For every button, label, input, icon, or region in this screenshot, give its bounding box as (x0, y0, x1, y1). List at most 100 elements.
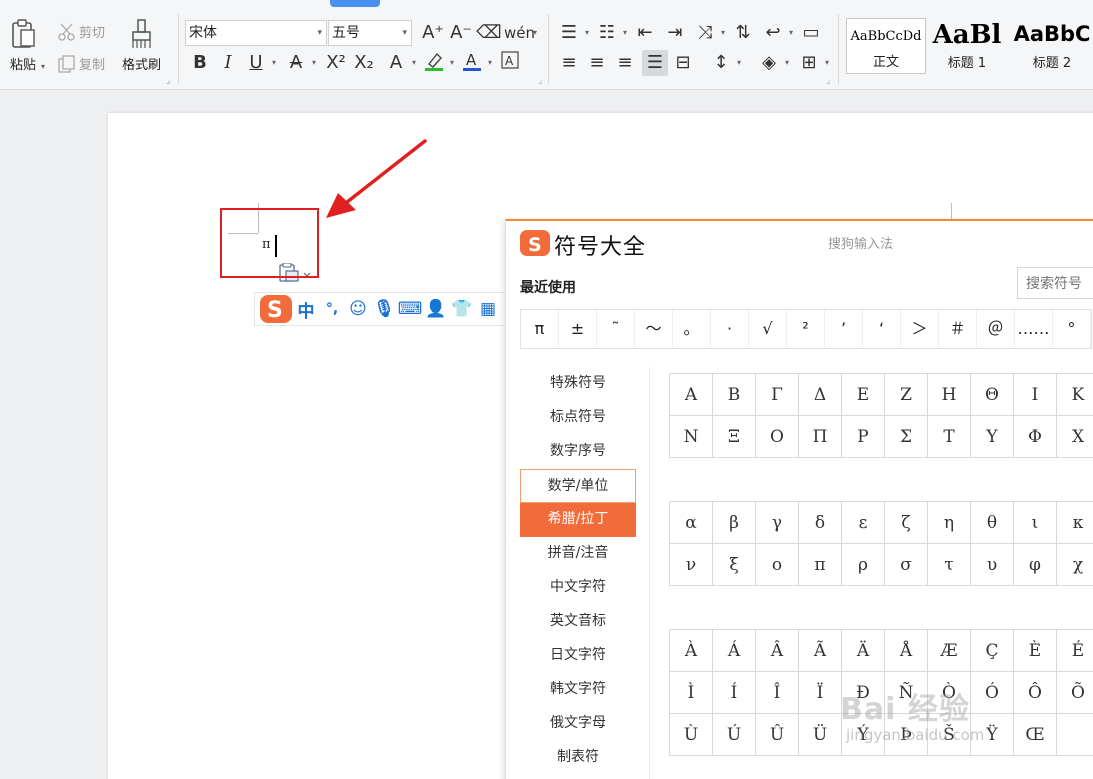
recent-symbol[interactable]: ～ (635, 310, 673, 348)
symbol-cell[interactable]: α (670, 502, 713, 544)
clear-format-button[interactable]: ⌫ (476, 20, 502, 46)
recent-symbol[interactable]: ± (559, 310, 597, 348)
active-tab-indicator[interactable] (330, 0, 380, 7)
symbol-cell[interactable]: Æ (928, 630, 971, 672)
symbol-cell[interactable]: Ä (842, 630, 885, 672)
justify-button[interactable]: ☰ (642, 50, 668, 76)
symbol-cell[interactable]: Ξ (713, 416, 756, 458)
symbol-cell[interactable]: Ζ (885, 374, 928, 416)
symbol-search-input[interactable] (1017, 267, 1093, 299)
ime-status-bar[interactable]: S 中 °, ☺ 🎙 ⌨ 👤 👕 ▦ (254, 292, 512, 326)
symbol-cell[interactable]: Ι (1014, 374, 1057, 416)
symbol-cell[interactable]: σ (885, 544, 928, 586)
recent-symbol[interactable]: 。 (673, 310, 711, 348)
symbol-cell[interactable]: ο (756, 544, 799, 586)
symbol-cell[interactable]: Ü (799, 714, 842, 756)
shading-button[interactable]: ◈ ▾ (756, 50, 789, 76)
symbol-cell[interactable]: τ (928, 544, 971, 586)
symbol-cell[interactable]: ξ (713, 544, 756, 586)
category-item[interactable]: 英文音标 (520, 605, 636, 639)
format-painter-button[interactable]: 格式刷 (122, 18, 161, 73)
keyboard-icon[interactable]: ⌨ (397, 299, 423, 319)
symbol-cell[interactable]: Κ (1057, 374, 1093, 416)
ruler-button[interactable]: ▭ (798, 20, 824, 46)
paragraph-mark-button[interactable]: ↩ ▾ (760, 20, 793, 46)
skin-shirt-icon[interactable]: 👕 (449, 299, 475, 319)
symbol-cell[interactable]: É (1057, 630, 1093, 672)
paste-button[interactable]: 粘贴 ▾ (8, 18, 45, 73)
recent-symbol[interactable]: ＃ (939, 310, 977, 348)
category-item[interactable]: 制表符 (520, 741, 636, 775)
symbol-cell[interactable]: Τ (928, 416, 971, 458)
category-item[interactable]: 韩文字符 (520, 673, 636, 707)
recent-symbol[interactable]: π (521, 310, 559, 348)
symbol-cell[interactable]: Δ (799, 374, 842, 416)
bold-button[interactable]: B (187, 50, 213, 76)
font-size-select[interactable]: 五号 ▾ (328, 20, 412, 46)
ime-mode-toggle[interactable]: 中 (293, 297, 319, 322)
symbol-cell[interactable]: π (799, 544, 842, 586)
bullet-list-button[interactable]: ☰ ▾ (556, 20, 589, 46)
symbol-cell[interactable]: θ (971, 502, 1014, 544)
emoji-icon[interactable]: ☺ (345, 299, 371, 319)
symbol-cell[interactable]: Φ (1014, 416, 1057, 458)
underline-button[interactable]: U ▾ (243, 50, 276, 76)
symbol-cell[interactable]: Ν (670, 416, 713, 458)
pinyin-guide-button[interactable]: wén ▾ (504, 20, 537, 46)
align-right-button[interactable]: ≡ (612, 50, 638, 76)
symbol-cell[interactable]: È (1014, 630, 1057, 672)
font-color-button[interactable]: A ▾ (459, 50, 492, 76)
decrease-indent-button[interactable]: ⇤ (632, 20, 658, 46)
group-launcher-icon[interactable]: ⌟ (826, 76, 830, 86)
align-left-button[interactable]: ≡ (556, 50, 582, 76)
category-item[interactable]: 日文字符 (520, 639, 636, 673)
symbol-cell[interactable]: Ú (713, 714, 756, 756)
symbol-cell[interactable]: Á (713, 630, 756, 672)
sogou-logo-icon[interactable]: S (259, 294, 293, 324)
symbol-cell[interactable]: Ï (799, 672, 842, 714)
recent-symbol[interactable]: ° (1053, 310, 1091, 348)
subscript-button[interactable]: X₂ (351, 50, 377, 76)
recent-symbol[interactable]: √ (749, 310, 787, 348)
category-item[interactable]: 标点符号 (520, 401, 636, 435)
symbol-cell[interactable]: ν (670, 544, 713, 586)
distributed-button[interactable]: ⊟ (670, 50, 696, 76)
group-launcher-icon[interactable]: ⌟ (166, 76, 170, 86)
symbol-cell[interactable]: À (670, 630, 713, 672)
ime-punctuation-toggle[interactable]: °, (319, 301, 345, 317)
superscript-button[interactable]: X² (323, 50, 349, 76)
symbol-cell[interactable]: Œ (1014, 714, 1057, 756)
symbol-cell[interactable]: Í (713, 672, 756, 714)
symbol-cell[interactable]: Ρ (842, 416, 885, 458)
text-direction-button[interactable]: ⤨ ▾ (692, 20, 725, 46)
symbol-cell[interactable]: ε (842, 502, 885, 544)
symbol-cell[interactable]: ζ (885, 502, 928, 544)
symbol-cell[interactable]: κ (1057, 502, 1093, 544)
symbol-cell[interactable]: Ε (842, 374, 885, 416)
borders-button[interactable]: ⊞ ▾ (796, 50, 829, 76)
symbol-cell[interactable]: Χ (1057, 416, 1093, 458)
symbol-cell[interactable]: Π (799, 416, 842, 458)
symbol-cell[interactable]: Ì (670, 672, 713, 714)
italic-button[interactable]: I (215, 50, 241, 76)
symbol-cell[interactable]: Å (885, 630, 928, 672)
symbol-cell[interactable]: Ô (1014, 672, 1057, 714)
symbol-cell[interactable]: Â (756, 630, 799, 672)
grow-font-button[interactable]: A⁺ (420, 20, 446, 46)
category-item[interactable]: 希腊/拉丁 (520, 503, 636, 537)
symbol-cell[interactable]: ρ (842, 544, 885, 586)
text-effect-button[interactable]: A ▾ (383, 50, 416, 76)
symbol-cell[interactable]: Ã (799, 630, 842, 672)
align-center-button[interactable]: ≡ (584, 50, 610, 76)
symbol-cell[interactable]: χ (1057, 544, 1093, 586)
recent-symbol[interactable]: ² (787, 310, 825, 348)
font-name-select[interactable]: 宋体 ▾ (185, 20, 327, 46)
symbol-cell[interactable]: Ο (756, 416, 799, 458)
recent-symbol[interactable]: ’ (825, 310, 863, 348)
recent-symbol[interactable]: · (711, 310, 749, 348)
symbol-cell[interactable]: δ (799, 502, 842, 544)
symbol-cell[interactable]: η (928, 502, 971, 544)
char-border-button[interactable]: A (497, 50, 523, 76)
copy-button[interactable]: 复制 (58, 54, 105, 73)
recent-symbol[interactable]: ＠ (977, 310, 1015, 348)
